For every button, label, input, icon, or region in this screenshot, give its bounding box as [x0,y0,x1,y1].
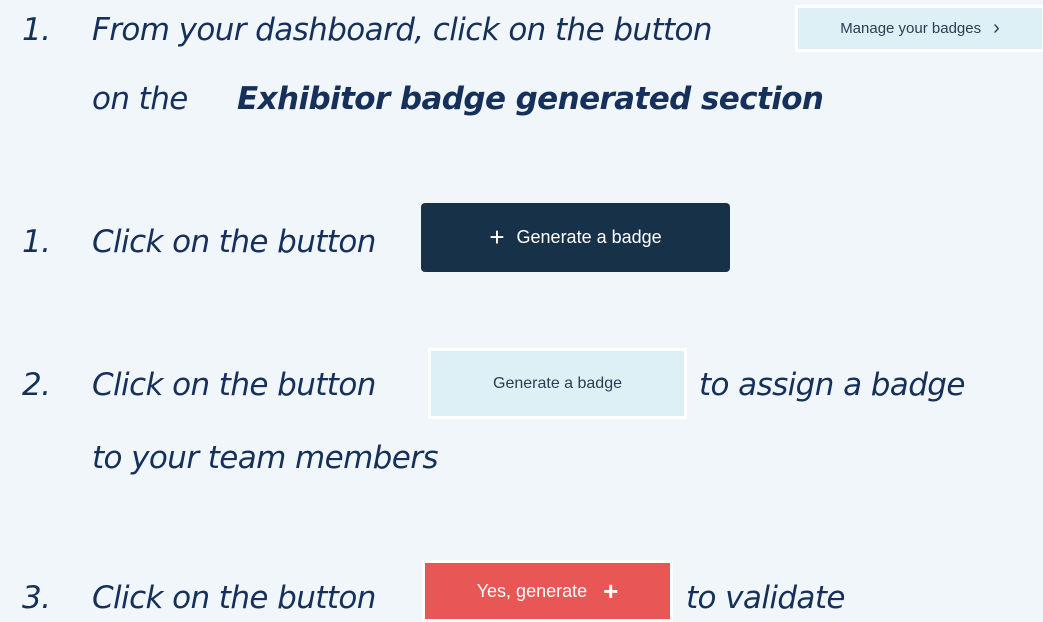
step-number: 1. [22,224,51,260]
step-text-after: to validate [686,580,845,616]
step-number: 2. [22,367,51,403]
section-name: Exhibitor badge generated section [237,81,824,117]
step-text-prefix: on the [92,81,188,117]
generate-a-badge-primary-button[interactable]: + Generate a badge [421,203,730,272]
button-label: Manage your badges [840,20,982,37]
plus-icon: + [489,222,505,252]
generate-a-badge-button[interactable]: Generate a badge [428,348,687,419]
chevron-right-icon: › [993,17,1000,39]
step-text-after: to assign a badge [699,367,965,403]
step-text: Click on the button [92,580,376,616]
manage-your-badges-button[interactable]: Manage your badges › [795,5,1043,52]
step-text: From your dashboard, click on the button [92,12,713,48]
step-text: to your team members [92,440,439,476]
plus-icon: + [603,575,619,606]
step-number: 3. [22,580,51,616]
yes-generate-button[interactable]: Yes, generate + [422,560,673,622]
button-label: Generate a badge [516,227,662,247]
button-label: Generate a badge [493,374,622,392]
step-text: Click on the button [92,224,376,260]
step-number: 1. [22,12,51,48]
step-text: Click on the button [92,367,376,403]
button-label: Yes, generate [476,580,588,601]
